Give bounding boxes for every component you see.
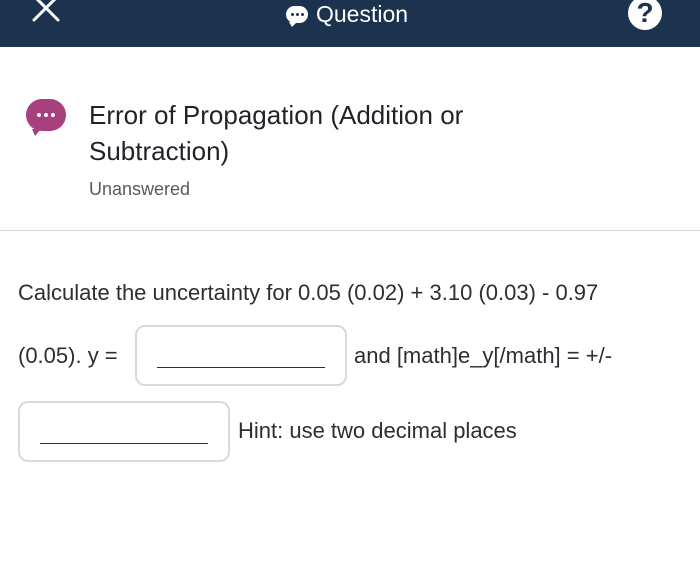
y-answer-input[interactable] [135, 325, 347, 386]
close-icon [32, 0, 60, 22]
uncertainty-answer-input[interactable] [18, 401, 230, 462]
question-status: Unanswered [89, 179, 191, 199]
chat-bubble-icon [286, 5, 308, 27]
answer-blank-line [157, 367, 325, 368]
answer-blank-line [40, 443, 208, 444]
question-text-line-1: Calculate the uncertainty for 0.05 (0.02… [18, 280, 599, 305]
top-bar: Question ? [0, 0, 700, 47]
bar-title-text: Question [316, 0, 409, 27]
close-button[interactable] [30, 0, 64, 26]
help-button[interactable]: ? [628, 0, 662, 30]
question-text-line-2-suffix: and [math]e_y[/math] = +/- [354, 343, 613, 368]
hint-text: Hint: use two decimal places [238, 418, 517, 443]
question-text-line-2: (0.05). y = [18, 343, 118, 368]
question-title: Error of Propagation (Addition or Subtra… [89, 100, 464, 166]
chat-bubble-icon [26, 99, 66, 136]
bar-title: Question [286, 0, 408, 28]
divider [0, 230, 700, 231]
